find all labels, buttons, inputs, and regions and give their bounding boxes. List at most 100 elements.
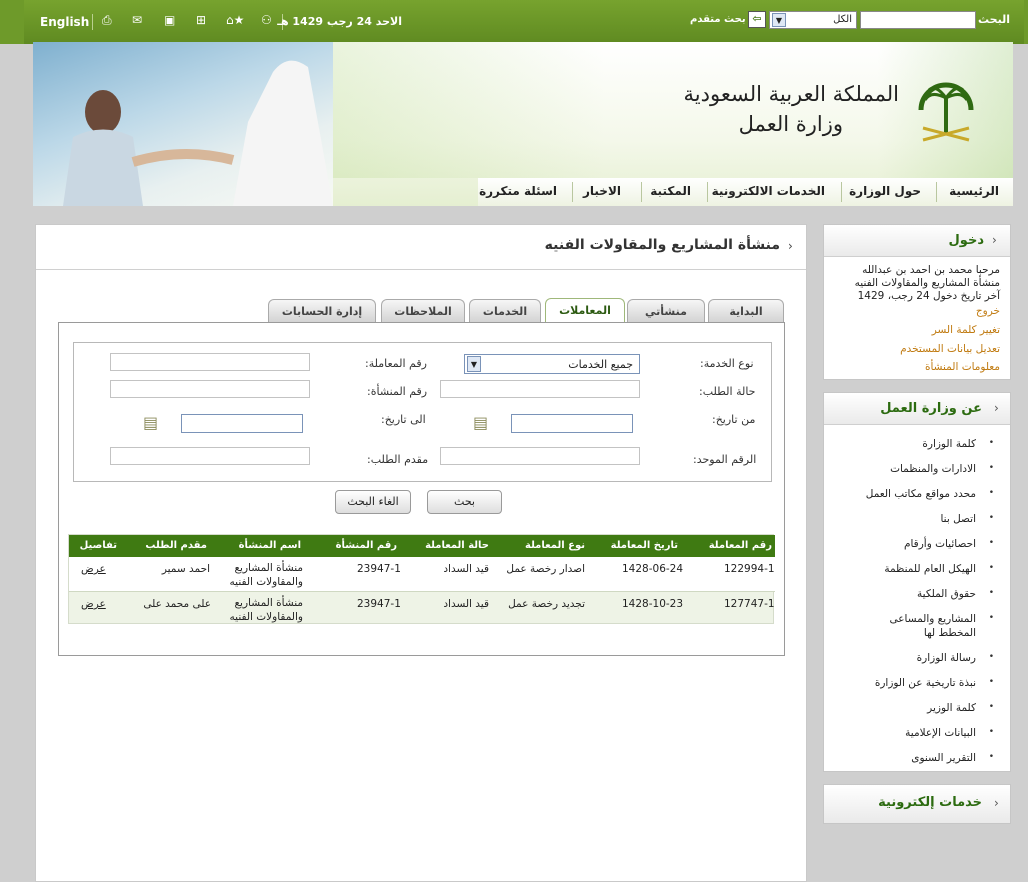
about-item-label: التقرير السنوى bbox=[911, 752, 976, 764]
title-chevron-icon: › bbox=[788, 239, 793, 253]
about-item-label: احصائيات وأرقام bbox=[903, 538, 976, 550]
nav-separator bbox=[707, 182, 708, 202]
col-applicant: مقدم الطلب bbox=[145, 540, 207, 551]
chevron-down-icon: ▼ bbox=[467, 356, 481, 372]
col-facility-no: رقم المنشأة bbox=[335, 540, 397, 551]
about-panel-header: › عن وزارة العمل bbox=[824, 393, 1010, 425]
tab-transactions[interactable]: المعاملات bbox=[545, 298, 625, 324]
cell-transaction-type: اصدار رخصة عمل bbox=[506, 563, 585, 575]
applicant-input[interactable] bbox=[110, 447, 310, 465]
comment-icon[interactable]: ▣ bbox=[164, 13, 175, 27]
page-title: منشأة المشاريع والمقاولات الفنيه bbox=[544, 237, 780, 253]
handshake-illustration bbox=[63, 60, 333, 206]
print-icon[interactable]: ⎙ bbox=[102, 13, 112, 28]
advanced-search-link[interactable]: بحث متقدم bbox=[690, 14, 746, 25]
about-item-label: محدد مواقع مكاتب العمل bbox=[865, 488, 976, 500]
tab-my-facility[interactable]: منشأتي bbox=[627, 299, 705, 323]
cell-transaction-type: تجديد رخصة عمل bbox=[508, 598, 585, 610]
search-input[interactable] bbox=[860, 11, 976, 29]
search-label: البحث bbox=[978, 13, 1010, 26]
edit-user-link[interactable]: تعديل بيانات المستخدم bbox=[900, 343, 1000, 355]
about-item-label: الادارات والمنظمات bbox=[890, 463, 976, 475]
cell-facility-name: منشأة المشاريع والمقاولات الفنيه bbox=[229, 562, 303, 588]
calendar-icon[interactable]: ▤ bbox=[473, 413, 488, 432]
applicant-label: مقدم الطلب: bbox=[367, 453, 429, 466]
unified-no-input[interactable] bbox=[440, 447, 640, 465]
login-panel: › دخول مرحبا محمد بن احمد بن عبدالله منش… bbox=[823, 224, 1011, 380]
current-date: الاحد 24 رجب 1429 هـ bbox=[277, 15, 402, 28]
search-button[interactable]: بحث bbox=[427, 490, 502, 514]
about-item-label: الهيكل العام للمنظمة bbox=[884, 563, 976, 575]
nav-home[interactable]: الرئيسية bbox=[949, 184, 999, 198]
about-item-label: نبذة تاريخية عن الوزارة bbox=[874, 677, 976, 689]
table-row: 122994-1 1428-06-24 اصدار رخصة عمل قيد ا… bbox=[69, 557, 775, 591]
details-link[interactable]: عرض bbox=[81, 562, 106, 576]
nav-separator bbox=[841, 182, 842, 202]
eservices-panel-header[interactable]: › خدمات إلكترونية bbox=[824, 785, 1010, 823]
from-date-input[interactable] bbox=[511, 414, 633, 433]
search-go-button[interactable]: ⇦ bbox=[748, 11, 766, 28]
separator bbox=[92, 14, 93, 30]
service-type-select[interactable]: ▼ جميع الخدمات bbox=[464, 354, 640, 374]
request-status-label: حالة الطلب: bbox=[699, 385, 756, 398]
search-scope-select[interactable]: ▼ الكل bbox=[769, 11, 857, 29]
bullet-icon: • bbox=[988, 702, 994, 712]
table-header: رقم المعاملة تاريخ المعاملة نوع المعاملة… bbox=[69, 535, 775, 557]
about-item-label: حقوق الملكية bbox=[917, 588, 976, 600]
transaction-no-input[interactable] bbox=[110, 353, 310, 371]
cancel-search-button[interactable]: الغاء البحث bbox=[335, 490, 411, 514]
email-icon[interactable]: ✉ bbox=[132, 13, 142, 27]
nav-eservices[interactable]: الخدمات الالكترونية bbox=[712, 184, 825, 198]
to-date-input[interactable] bbox=[181, 414, 303, 433]
col-transaction-date: تاريخ المعاملة bbox=[610, 540, 678, 551]
nav-news[interactable]: الاخبار bbox=[583, 184, 621, 198]
bullet-icon: • bbox=[988, 652, 994, 662]
tab-notes[interactable]: الملاحظات bbox=[381, 299, 465, 323]
main-nav: الرئيسية حول الوزارة الخدمات الالكترونية… bbox=[478, 178, 1013, 206]
sitemap-icon[interactable]: ⊞ bbox=[196, 13, 206, 27]
cell-facility-name: منشأة المشاريع والمقاولات الفنيه bbox=[229, 597, 303, 623]
chevron-down-icon: ▼ bbox=[772, 13, 786, 27]
bullet-icon: • bbox=[988, 538, 994, 548]
tab-start[interactable]: البداية bbox=[708, 299, 784, 323]
about-item-label: رسالة الوزارة bbox=[916, 652, 976, 664]
cell-facility-no: 23947-1 bbox=[357, 563, 401, 575]
header-banner: المملكة العربية السعودية وزارة العمل الر… bbox=[33, 42, 1013, 206]
cell-transaction-no: 127747-1 bbox=[724, 598, 775, 610]
about-item-label: اتصل بنا bbox=[940, 513, 976, 525]
nav-about[interactable]: حول الوزارة bbox=[849, 184, 921, 198]
bullet-icon: • bbox=[988, 613, 994, 623]
tab-accounts[interactable]: إدارة الحسابات bbox=[268, 299, 376, 323]
home-favorite-icon[interactable]: ⌂★ bbox=[226, 13, 244, 27]
to-date-label: الى تاريخ: bbox=[381, 413, 426, 426]
bullet-icon: • bbox=[988, 513, 994, 523]
service-type-label: نوع الخدمة: bbox=[700, 357, 754, 370]
col-transaction-status: حالة المعاملة bbox=[425, 540, 489, 551]
cell-transaction-status: قيد السداد bbox=[443, 563, 489, 575]
nav-faq[interactable]: اسئلة متكررة bbox=[479, 184, 557, 198]
facility-no-input[interactable] bbox=[110, 380, 310, 398]
logout-link[interactable]: خروج bbox=[976, 305, 1000, 317]
nav-separator bbox=[641, 182, 642, 202]
cell-transaction-date: 1428-10-23 bbox=[622, 598, 684, 610]
request-status-input[interactable] bbox=[440, 380, 640, 398]
search-scope-value: الكل bbox=[833, 14, 852, 25]
col-facility-name: اسم المنشأة bbox=[238, 540, 301, 551]
english-link[interactable]: English bbox=[40, 15, 89, 29]
cell-facility-no: 23947-1 bbox=[357, 598, 401, 610]
cell-transaction-status: قيد السداد bbox=[443, 598, 489, 610]
facility-info-link[interactable]: معلومات المنشأة bbox=[925, 361, 1000, 373]
users-icon[interactable]: ⚇ bbox=[261, 13, 272, 27]
change-password-link[interactable]: تغيير كلمة السر bbox=[932, 324, 1000, 336]
table-row: 127747-1 1428-10-23 تجديد رخصة عمل قيد ا… bbox=[69, 592, 775, 624]
bullet-icon: • bbox=[988, 677, 994, 687]
bullet-icon: • bbox=[988, 488, 994, 498]
details-link[interactable]: عرض bbox=[81, 597, 106, 611]
facility-no-label: رقم المنشأة: bbox=[367, 385, 428, 398]
about-title: عن وزارة العمل bbox=[880, 401, 982, 416]
tab-services[interactable]: الخدمات bbox=[469, 299, 541, 323]
nav-library[interactable]: المكتبة bbox=[650, 184, 691, 198]
calendar-icon[interactable]: ▤ bbox=[143, 413, 158, 432]
transactions-table: رقم المعاملة تاريخ المعاملة نوع المعاملة… bbox=[68, 534, 775, 624]
ministry-title: وزارة العمل bbox=[738, 112, 843, 136]
